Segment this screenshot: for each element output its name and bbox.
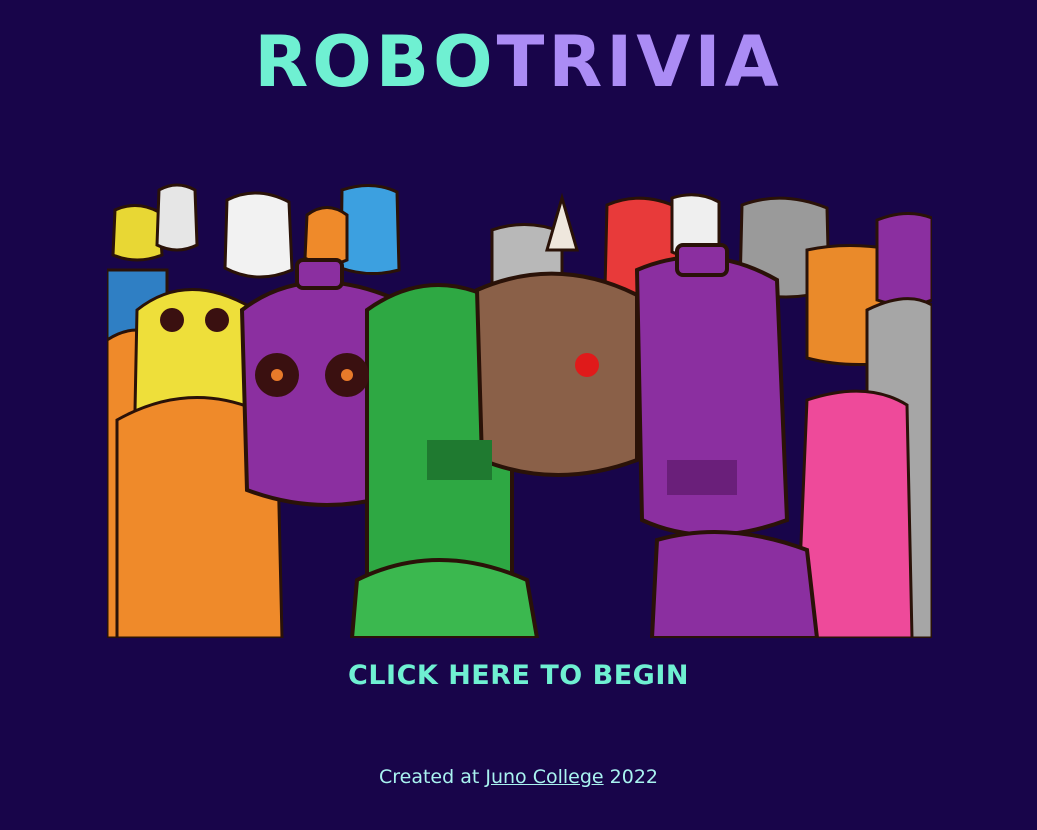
page-title: ROBOTRIVIA [0, 22, 1037, 102]
footer-year: 2022 [603, 766, 659, 788]
title-trivia: TRIVIA [496, 21, 783, 103]
begin-container: CLICK HERE TO BEGIN [0, 660, 1037, 691]
footer-prefix: Created at [378, 766, 486, 788]
robots-illustration [107, 160, 932, 638]
footer: Created at Juno College 2022 [0, 766, 1037, 788]
hero-image [107, 160, 932, 638]
begin-button[interactable]: CLICK HERE TO BEGIN [348, 660, 689, 691]
title-robo: ROBO [254, 21, 497, 103]
juno-college-link[interactable]: Juno College [485, 766, 603, 788]
